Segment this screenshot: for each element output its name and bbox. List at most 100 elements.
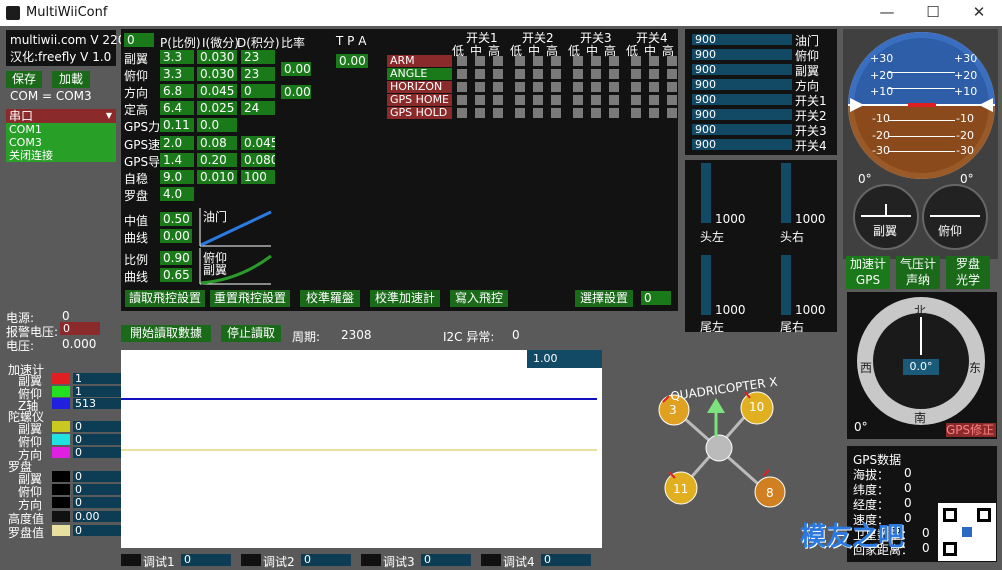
reset-settings-button[interactable]: 重置飛控設置 <box>210 290 290 307</box>
mode-checkbox[interactable] <box>573 56 583 66</box>
curve2-value[interactable]: 0.65 <box>160 268 192 282</box>
mode-checkbox[interactable] <box>631 82 641 92</box>
select-settings-button[interactable]: 選擇設置 <box>575 290 633 307</box>
mode-checkbox[interactable] <box>493 69 503 79</box>
mode-checkbox[interactable] <box>515 69 525 79</box>
pid-d-value[interactable]: 23 <box>241 50 275 64</box>
pid-d-value[interactable]: 23 <box>241 67 275 81</box>
mode-checkbox[interactable] <box>551 82 561 92</box>
rate-roll-pitch[interactable]: 0.00 <box>281 62 311 76</box>
pid-d-value[interactable]: 0.080 <box>241 153 275 167</box>
mode-checkbox[interactable] <box>609 69 619 79</box>
maximize-button[interactable]: ☐ <box>910 0 956 26</box>
mode-checkbox[interactable] <box>591 69 601 79</box>
mode-checkbox[interactable] <box>475 95 485 105</box>
legend-color[interactable] <box>52 421 70 432</box>
serial-item-com3[interactable]: COM3 <box>6 136 116 149</box>
pid-p-value[interactable]: 6.4 <box>160 101 194 115</box>
mode-checkbox[interactable] <box>667 56 677 66</box>
mode-checkbox[interactable] <box>649 69 659 79</box>
pid-p-value[interactable]: 6.8 <box>160 84 194 98</box>
pid-p-value[interactable]: 1.4 <box>160 153 194 167</box>
mode-checkbox[interactable] <box>533 56 543 66</box>
mode-checkbox[interactable] <box>667 108 677 118</box>
legend-color[interactable] <box>52 434 70 445</box>
mode-checkbox[interactable] <box>631 108 641 118</box>
pid-col0[interactable]: 0 <box>124 33 154 47</box>
mode-checkbox[interactable] <box>573 108 583 118</box>
mode-checkbox[interactable] <box>573 95 583 105</box>
pid-d-value[interactable]: 0 <box>241 84 275 98</box>
legend-color[interactable] <box>52 471 70 482</box>
mode-checkbox[interactable] <box>515 56 525 66</box>
pid-p-value[interactable]: 2.0 <box>160 136 194 150</box>
write-button[interactable]: 寫入飛控 <box>450 290 508 307</box>
pid-d-value[interactable]: 24 <box>241 101 275 115</box>
serial-item-close[interactable]: 关闭连接 <box>6 149 116 162</box>
mode-checkbox[interactable] <box>649 95 659 105</box>
pid-p-value[interactable]: 3.3 <box>160 67 194 81</box>
close-button[interactable]: ✕ <box>956 0 1002 26</box>
mode-checkbox[interactable] <box>667 95 677 105</box>
mode-checkbox[interactable] <box>631 56 641 66</box>
mode-checkbox[interactable] <box>475 69 485 79</box>
mode-checkbox[interactable] <box>609 82 619 92</box>
ratio-value[interactable]: 0.90 <box>160 251 192 265</box>
pid-p-value[interactable]: 0.11 <box>160 118 194 132</box>
mid-value[interactable]: 0.50 <box>160 212 192 226</box>
mode-checkbox[interactable] <box>551 56 561 66</box>
tpa-value[interactable]: 0.00 <box>336 54 368 68</box>
legend-color[interactable] <box>52 525 70 536</box>
mode-checkbox[interactable] <box>551 95 561 105</box>
calibrate-mag-button[interactable]: 校準羅盤 <box>300 290 360 307</box>
mode-checkbox[interactable] <box>493 108 503 118</box>
mode-checkbox[interactable] <box>609 56 619 66</box>
minimize-button[interactable]: — <box>864 0 910 26</box>
save-button[interactable]: 保存 <box>6 71 42 88</box>
pid-i-value[interactable]: 0.010 <box>197 170 237 184</box>
pid-d-value[interactable]: 100 <box>241 170 275 184</box>
alarm-voltage-input[interactable]: 0 <box>60 322 100 335</box>
legend-color[interactable] <box>52 373 70 384</box>
legend-color[interactable] <box>52 447 70 458</box>
mode-checkbox[interactable] <box>551 69 561 79</box>
pid-i-value[interactable]: 0.030 <box>197 50 237 64</box>
mode-checkbox[interactable] <box>591 95 601 105</box>
mode-checkbox[interactable] <box>649 82 659 92</box>
mode-checkbox[interactable] <box>457 69 467 79</box>
mode-checkbox[interactable] <box>551 108 561 118</box>
pid-i-value[interactable]: 0.045 <box>197 84 237 98</box>
select-settings-value[interactable]: 0 <box>641 291 671 305</box>
mode-checkbox[interactable] <box>515 95 525 105</box>
start-read-button[interactable]: 開始讀取數據 <box>121 325 211 342</box>
mode-checkbox[interactable] <box>457 82 467 92</box>
mode-checkbox[interactable] <box>457 108 467 118</box>
pid-p-value[interactable]: 4.0 <box>160 187 194 201</box>
mode-checkbox[interactable] <box>573 82 583 92</box>
mode-checkbox[interactable] <box>457 56 467 66</box>
legend-color[interactable] <box>52 386 70 397</box>
mode-checkbox[interactable] <box>457 95 467 105</box>
legend-color[interactable] <box>52 497 70 508</box>
pid-i-value[interactable]: 0.20 <box>197 153 237 167</box>
pid-p-value[interactable]: 9.0 <box>160 170 194 184</box>
mode-checkbox[interactable] <box>493 82 503 92</box>
pid-i-value[interactable]: 0.030 <box>197 67 237 81</box>
mode-checkbox[interactable] <box>573 69 583 79</box>
pid-d-value[interactable]: 0.045 <box>241 136 275 150</box>
mode-checkbox[interactable] <box>475 56 485 66</box>
mode-checkbox[interactable] <box>649 108 659 118</box>
serial-dropdown[interactable]: 串口 ▼ <box>6 109 116 123</box>
mode-checkbox[interactable] <box>515 108 525 118</box>
curve-value[interactable]: 0.00 <box>160 229 192 243</box>
mode-checkbox[interactable] <box>667 82 677 92</box>
mode-checkbox[interactable] <box>591 82 601 92</box>
stop-read-button[interactable]: 停止讀取 <box>221 325 281 342</box>
load-button[interactable]: 加載 <box>52 71 90 88</box>
mode-checkbox[interactable] <box>609 108 619 118</box>
read-settings-button[interactable]: 讀取飛控設置 <box>125 290 205 307</box>
pid-p-value[interactable]: 3.3 <box>160 50 194 64</box>
mode-checkbox[interactable] <box>493 56 503 66</box>
pid-i-value[interactable]: 0.0 <box>197 118 237 132</box>
pid-i-value[interactable]: 0.025 <box>197 101 237 115</box>
